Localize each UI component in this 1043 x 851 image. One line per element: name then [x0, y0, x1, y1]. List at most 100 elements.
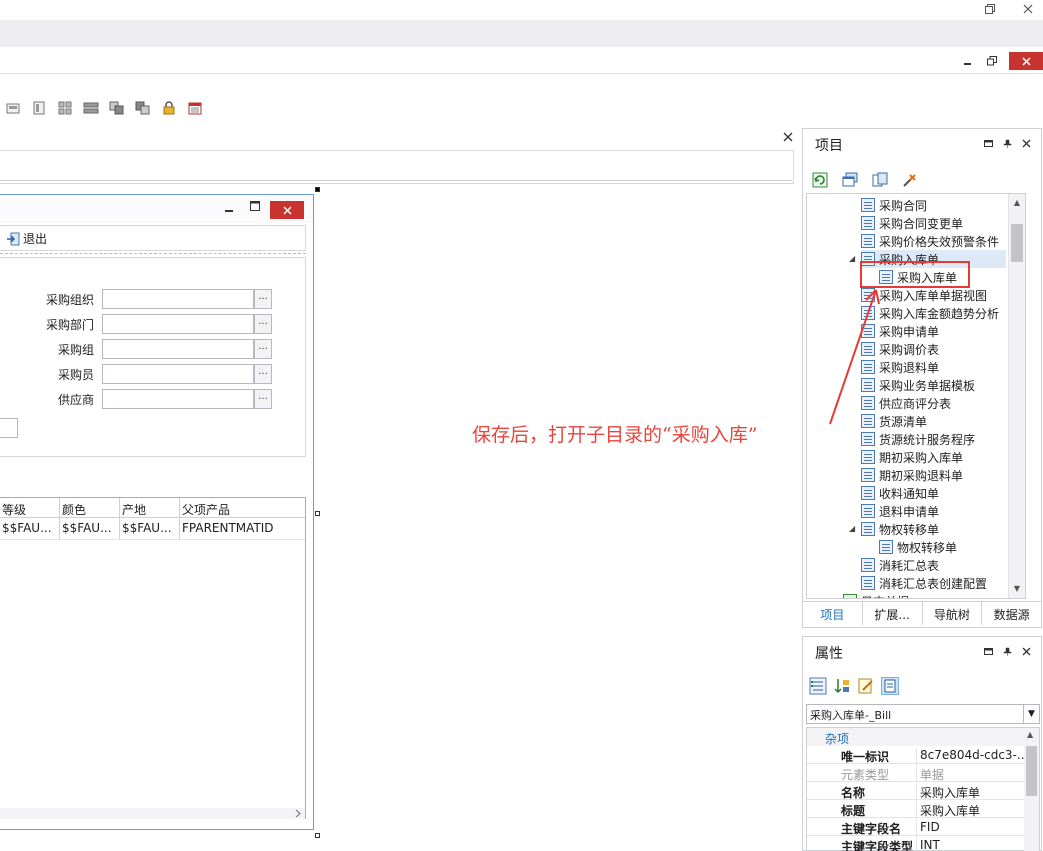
- property-row[interactable]: 标题 采购入库单: [807, 800, 1025, 819]
- property-row[interactable]: 名称 采购入库单: [807, 782, 1025, 801]
- entry-grid[interactable]: 等级 颜色 产地 父项产品 $$FAU... $$FAU... $$FAU...…: [0, 497, 306, 819]
- tree-item[interactable]: 采购退料单: [861, 358, 939, 376]
- property-pages-icon[interactable]: [881, 677, 899, 695]
- tree-item[interactable]: 货源统计服务程序: [861, 430, 975, 448]
- lock-icon[interactable]: [160, 99, 178, 117]
- grid-header-cell[interactable]: 等级: [0, 498, 60, 517]
- chevron-right-icon[interactable]: [294, 809, 302, 818]
- rows-icon[interactable]: [82, 99, 100, 117]
- resize-handle[interactable]: [315, 511, 320, 516]
- purchase-group-input[interactable]: [102, 339, 254, 359]
- panel-icon[interactable]: [30, 99, 48, 117]
- tree-item[interactable]: 退料申请单: [861, 502, 939, 520]
- property-row[interactable]: 元素类型 单据: [807, 764, 1025, 783]
- mdi-minimize-button[interactable]: [958, 52, 978, 70]
- calendar-icon[interactable]: [186, 99, 204, 117]
- property-value[interactable]: 采购入库单: [917, 802, 1025, 819]
- tree-item[interactable]: 采购入库金额趋势分析: [861, 304, 999, 322]
- lookup-button[interactable]: ···: [254, 364, 272, 384]
- copy-icon[interactable]: [871, 171, 889, 189]
- grid-cell[interactable]: $$FAU...: [60, 518, 120, 539]
- grid-header-cell[interactable]: 父项产品: [180, 498, 305, 517]
- project-tree[interactable]: 采购合同 采购合同变更单 采购价格失效预警条件 采购入库单 ◢ 采购入库单 采购入库单单据视…: [806, 193, 1026, 599]
- grid-cell[interactable]: $$FAU...: [120, 518, 180, 539]
- tab-extension[interactable]: 扩展...: [863, 602, 923, 625]
- lookup-button[interactable]: ···: [254, 314, 272, 334]
- tree-item[interactable]: 采购价格失效预警条件: [861, 232, 999, 250]
- tree-item[interactable]: 采购合同变更单: [861, 214, 963, 232]
- mdi-restore-button[interactable]: [982, 52, 1002, 70]
- document-close-button[interactable]: [778, 128, 798, 146]
- tab-project[interactable]: 项目: [803, 602, 863, 625]
- expander-icon[interactable]: ◢: [849, 254, 855, 263]
- tree-item[interactable]: 采购合同: [861, 196, 927, 214]
- mdi-close-button[interactable]: [1009, 52, 1043, 70]
- property-grid[interactable]: 杂项 唯一标识 8c7e804d-cdc3-... 元素类型 单据 名称 采购入库单 标题采…: [806, 727, 1040, 851]
- close-window-button[interactable]: [1018, 0, 1038, 18]
- close-icon[interactable]: [1022, 647, 1031, 656]
- exit-button[interactable]: 退出: [6, 230, 47, 247]
- lookup-button[interactable]: ···: [254, 339, 272, 359]
- grid-header-cell[interactable]: 颜色: [60, 498, 120, 517]
- tab-datasource[interactable]: 数据源: [982, 602, 1041, 625]
- chevron-up-icon[interactable]: ▲: [1009, 194, 1025, 210]
- expander-icon[interactable]: ◢: [849, 524, 855, 533]
- property-row[interactable]: 主键字段类型 INT: [807, 836, 1025, 851]
- form-maximize-button[interactable]: [250, 201, 261, 215]
- grid-cell[interactable]: FPARENTMATID: [180, 518, 305, 539]
- grid-horizontal-scrollbar[interactable]: [0, 808, 305, 819]
- restore-window-button[interactable]: [980, 0, 1000, 18]
- grid-header-cell[interactable]: 产地: [120, 498, 180, 517]
- resize-handle[interactable]: [315, 187, 320, 192]
- grid-icon[interactable]: [56, 99, 74, 117]
- property-value[interactable]: INT: [917, 838, 1025, 851]
- edit-icon[interactable]: [857, 677, 875, 695]
- tree-item[interactable]: 采购入库单单据视图: [861, 286, 987, 304]
- property-value[interactable]: FID: [917, 820, 1025, 834]
- chevron-down-icon[interactable]: ▼: [1009, 580, 1025, 596]
- refresh-icon[interactable]: [811, 171, 829, 189]
- chevron-up-icon[interactable]: ▲: [1027, 730, 1033, 739]
- form-close-button[interactable]: [270, 201, 304, 219]
- tree-item[interactable]: 采购业务单据模板: [861, 376, 975, 394]
- chevron-down-icon[interactable]: ▼: [1023, 705, 1039, 723]
- tab-navigation-tree[interactable]: 导航树: [923, 602, 983, 625]
- purchase-dept-input[interactable]: [102, 314, 254, 334]
- layout-icon[interactable]: [4, 99, 22, 117]
- table-row[interactable]: $$FAU... $$FAU... $$FAU... FPARENTMATID: [0, 518, 305, 540]
- tree-item[interactable]: 期初采购退料单: [861, 466, 963, 484]
- tools-icon[interactable]: [901, 171, 919, 189]
- tree-item[interactable]: 日志单据: [843, 592, 909, 598]
- purchaser-input[interactable]: [102, 364, 254, 384]
- close-icon[interactable]: [1022, 139, 1031, 148]
- tree-item[interactable]: 物权转移单: [861, 520, 939, 538]
- property-vertical-scrollbar[interactable]: ▲: [1024, 728, 1039, 851]
- property-row[interactable]: 唯一标识 8c7e804d-cdc3-...: [807, 746, 1025, 765]
- tree-item[interactable]: 期初采购入库单: [861, 448, 963, 466]
- resize-handle[interactable]: [315, 833, 320, 838]
- property-value[interactable]: 8c7e804d-cdc3-...: [917, 748, 1025, 762]
- small-input-box[interactable]: [0, 418, 18, 438]
- tree-item[interactable]: 货源清单: [861, 412, 927, 430]
- purchase-org-input[interactable]: [102, 289, 254, 309]
- categorized-icon[interactable]: [809, 677, 827, 695]
- scroll-thumb[interactable]: [1026, 746, 1037, 796]
- supplier-input[interactable]: [102, 389, 254, 409]
- tree-item[interactable]: 收料通知单: [861, 484, 939, 502]
- copy-format-icon[interactable]: [108, 99, 126, 117]
- lookup-button[interactable]: ···: [254, 389, 272, 409]
- pin-icon[interactable]: [1003, 647, 1012, 656]
- form-designer-window[interactable]: 退出 采购组织 ··· 采购部门 ··· 采购组 ··· 采购员 ··· 供应商…: [0, 194, 314, 830]
- tree-vertical-scrollbar[interactable]: ▲ ▼: [1008, 194, 1025, 598]
- lookup-button[interactable]: ···: [254, 289, 272, 309]
- tree-item[interactable]: 供应商评分表: [861, 394, 951, 412]
- property-category[interactable]: 杂项: [807, 728, 1027, 746]
- paste-format-icon[interactable]: [134, 99, 152, 117]
- tree-item[interactable]: 消耗汇总表: [861, 556, 939, 574]
- tree-item[interactable]: 消耗汇总表创建配置: [861, 574, 987, 592]
- sort-alpha-icon[interactable]: [833, 677, 851, 695]
- property-value[interactable]: 单据: [917, 766, 1025, 783]
- window-position-icon[interactable]: [984, 647, 993, 656]
- tree-item[interactable]: 采购申请单: [861, 322, 939, 340]
- form-minimize-button[interactable]: [224, 201, 234, 216]
